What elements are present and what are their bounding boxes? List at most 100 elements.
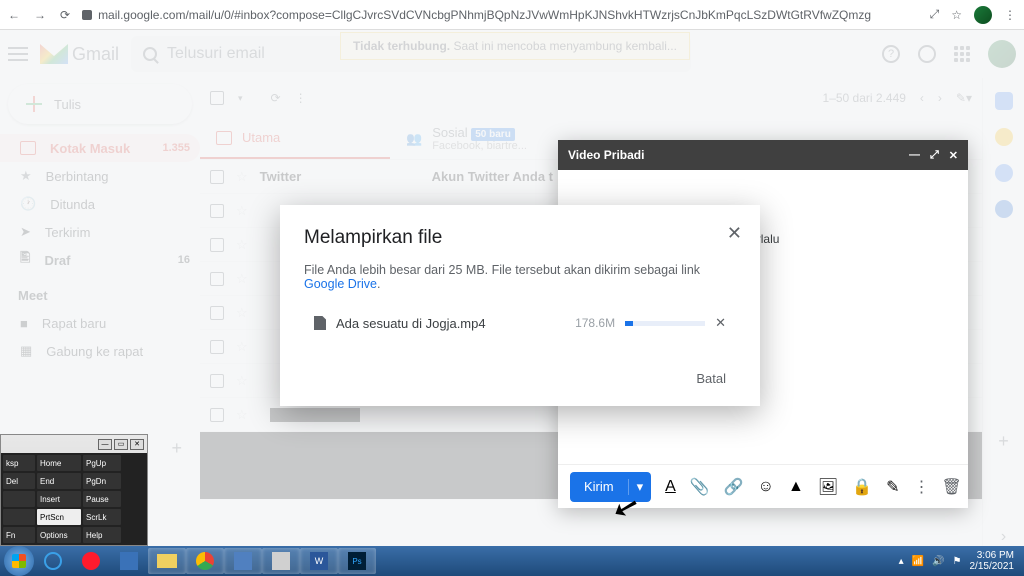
cancel-button[interactable]: Batal	[686, 365, 736, 392]
tab-primary[interactable]: Utama	[200, 118, 390, 159]
primary-tab-icon	[216, 131, 232, 145]
minimize-icon[interactable]: —	[909, 149, 920, 162]
browser-menu-icon[interactable]: ⋮	[1004, 8, 1016, 22]
taskbar-photoshop[interactable]: Ps	[338, 548, 376, 574]
row-checkbox[interactable]	[210, 170, 224, 184]
sidebar-item-inbox[interactable]: Kotak Masuk 1.355	[0, 134, 200, 162]
sidebar-item-join-meeting[interactable]: ▦ Gabung ke rapat	[0, 337, 200, 365]
hamburger-icon[interactable]	[8, 47, 28, 61]
osk-restore-icon[interactable]: ▭	[114, 439, 128, 450]
textsize-icon[interactable]: ⤢	[930, 7, 940, 22]
add-contact-icon[interactable]: +	[171, 438, 182, 459]
clock-icon: 🕐	[20, 196, 36, 212]
compose-button[interactable]: Tulis	[8, 84, 192, 124]
side-panel: + ›	[982, 78, 1024, 546]
bookmark-icon[interactable]: ☆	[951, 8, 962, 22]
format-icon[interactable]: A	[665, 478, 676, 496]
address-bar[interactable]: mail.google.com/mail/u/0/#inbox?compose=…	[82, 8, 918, 22]
gmail-m-icon	[40, 44, 68, 64]
account-avatar[interactable]	[988, 40, 1016, 68]
row-star-icon[interactable]: ☆	[236, 169, 248, 185]
upload-file-row: Ada sesuatu di Jogja.mp4 178.6M ✕	[304, 315, 736, 331]
taskbar-app[interactable]	[110, 548, 148, 574]
taskbar-chrome[interactable]	[186, 548, 224, 574]
taskbar-explorer[interactable]	[148, 548, 186, 574]
social-tab-icon: 👥	[406, 131, 422, 147]
url-text: mail.google.com/mail/u/0/#inbox?compose=…	[98, 8, 871, 22]
collapse-panel-icon[interactable]: ›	[1001, 528, 1006, 546]
tray-clock[interactable]: 3:06 PM 2/15/2021	[970, 550, 1015, 572]
keep-icon[interactable]	[995, 128, 1013, 146]
calendar-icon[interactable]	[995, 92, 1013, 110]
search-icon	[143, 47, 157, 61]
tray-volume-icon[interactable]: 🔊	[932, 556, 944, 567]
add-panel-icon[interactable]: +	[998, 431, 1009, 452]
taskbar-ie[interactable]	[34, 548, 72, 574]
discard-icon[interactable]: 🗑	[941, 477, 961, 497]
contacts-icon[interactable]	[995, 200, 1013, 218]
refresh-icon[interactable]: ⟳	[271, 91, 281, 105]
meet-header: Meet	[0, 274, 200, 309]
search-placeholder: Telusuri email	[167, 45, 265, 63]
next-page-icon[interactable]: ›	[938, 91, 942, 105]
video-icon: ■	[20, 316, 28, 331]
osk-minimize-icon[interactable]: —	[98, 439, 112, 450]
link-icon[interactable]: 🔗	[724, 477, 744, 497]
sidebar-item-drafts[interactable]: 🖺 Draf 16	[0, 246, 200, 274]
tray-show-hidden-icon[interactable]: ▴	[899, 556, 904, 567]
pen-icon[interactable]: ✎	[886, 477, 899, 497]
sidebar-item-sent[interactable]: ➤ Terkirim	[0, 218, 200, 246]
inbox-icon	[20, 141, 36, 155]
list-toolbar: ▾ ⟳ ⋮ 1–50 dari 2.449 ‹ › ✎▾	[200, 78, 982, 118]
modal-close-icon[interactable]: ✕	[727, 223, 742, 244]
modal-title: Melampirkan file	[304, 227, 736, 249]
help-icon[interactable]: ?	[882, 45, 900, 63]
remove-file-icon[interactable]: ✕	[715, 315, 726, 331]
sidebar-item-starred[interactable]: ★ Berbintang	[0, 162, 200, 190]
pagination-range: 1–50 dari 2.449	[823, 91, 906, 105]
onscreen-keyboard[interactable]: — ▭ ✕ kspHomePgUp DelEndPgDn InsertPause…	[0, 434, 148, 546]
tray-flag-icon[interactable]: ⚑	[953, 556, 962, 567]
taskbar-opera[interactable]	[72, 548, 110, 574]
prev-page-icon[interactable]: ‹	[920, 91, 924, 105]
back-icon[interactable]: ←	[8, 8, 20, 22]
close-icon[interactable]: ✕	[949, 149, 958, 162]
osk-key[interactable]: ksp	[3, 455, 35, 471]
start-button[interactable]	[4, 546, 34, 576]
draft-icon: 🖺	[20, 249, 30, 271]
forward-icon[interactable]: →	[34, 8, 46, 22]
select-dropdown-icon[interactable]: ▾	[238, 93, 243, 104]
image-icon[interactable]: 🖼	[818, 477, 838, 497]
input-tools-icon[interactable]: ✎▾	[956, 91, 972, 105]
attach-file-modal: ✕ Melampirkan file File Anda lebih besar…	[280, 205, 760, 406]
taskbar-word[interactable]: W	[300, 548, 338, 574]
file-icon	[314, 316, 326, 330]
compose-header[interactable]: Video Pribadi — ⤢ ✕	[558, 140, 968, 170]
settings-gear-icon[interactable]	[918, 45, 936, 63]
gmail-logo[interactable]: Gmail	[40, 44, 119, 65]
sidebar-item-snoozed[interactable]: 🕐 Ditunda	[0, 190, 200, 218]
tab-social[interactable]: 👥 Sosial 50 baru Facebook, biartre...	[390, 118, 580, 159]
drive-icon[interactable]: ▲	[788, 478, 804, 496]
attach-icon[interactable]: 📎	[690, 477, 710, 497]
reload-icon[interactable]: ⟳	[60, 8, 70, 22]
more-icon[interactable]: ⋮	[295, 91, 307, 105]
expand-icon[interactable]: ⤢	[930, 149, 939, 162]
profile-avatar[interactable]	[974, 6, 992, 24]
compose-title: Video Pribadi	[568, 148, 644, 162]
google-drive-link[interactable]: Google Drive	[304, 277, 377, 291]
file-name: Ada sesuatu di Jogja.mp4	[336, 316, 565, 331]
sidebar-item-new-meeting[interactable]: ■ Rapat baru	[0, 309, 200, 337]
emoji-icon[interactable]: ☺	[758, 478, 774, 496]
osk-close-icon[interactable]: ✕	[130, 439, 144, 450]
apps-grid-icon[interactable]	[954, 46, 970, 62]
tasks-icon[interactable]	[995, 164, 1013, 182]
select-all-checkbox[interactable]	[210, 91, 224, 105]
taskbar-app2[interactable]	[224, 548, 262, 574]
confidential-icon[interactable]: 🔒	[852, 477, 872, 497]
subject-text: Akun Twitter Anda t	[432, 169, 553, 184]
taskbar-app3[interactable]	[262, 548, 300, 574]
compose-more-icon[interactable]: ⋮	[913, 477, 929, 497]
tray-network-icon[interactable]: 📶	[912, 556, 924, 567]
system-tray[interactable]: ▴ 📶 🔊 ⚑ 3:06 PM 2/15/2021	[899, 550, 1020, 572]
